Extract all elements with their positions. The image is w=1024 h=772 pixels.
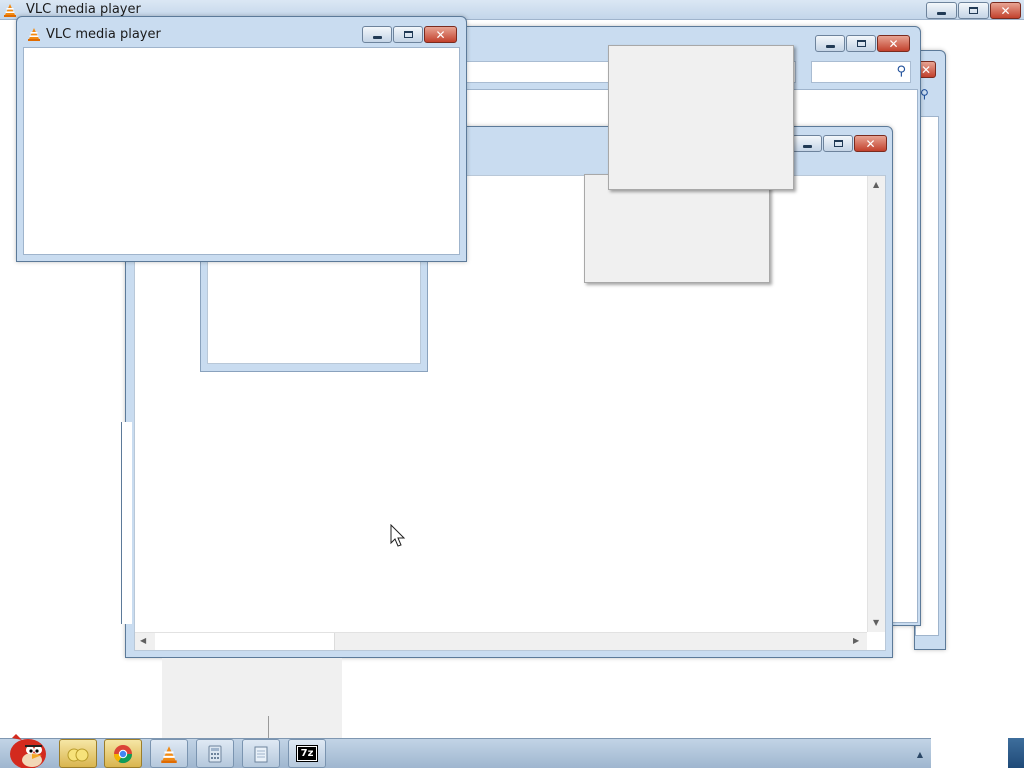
taskbar-windows-explorer[interactable] — [59, 739, 97, 768]
search-field[interactable]: ⚲ — [811, 61, 911, 83]
middle-close-button[interactable]: ✕ — [877, 35, 910, 52]
popup-panel-lower — [584, 174, 770, 283]
taskbar-vlc-media-player[interactable] — [150, 739, 188, 768]
vlc-window-title: VLC media player — [46, 27, 161, 42]
close-icon: ✕ — [1000, 3, 1011, 18]
horizontal-scrollbar[interactable]: ◀ ▶ — [135, 632, 867, 650]
vlc-close-button[interactable]: ✕ — [424, 26, 457, 43]
vlc-minimize-button[interactable] — [362, 26, 392, 43]
folder-icon — [67, 748, 89, 761]
scroll-down-arrow-icon[interactable]: ▼ — [873, 618, 879, 627]
taskbar-notepad[interactable] — [242, 739, 280, 768]
close-icon: ✕ — [888, 36, 899, 51]
popup-panel-upper — [608, 45, 794, 190]
vlc-maximize-button[interactable] — [393, 26, 423, 43]
show-desktop-button[interactable] — [1008, 738, 1024, 768]
7zip-icon: 7z — [295, 745, 319, 762]
scroll-right-arrow-icon[interactable]: ▶ — [853, 636, 859, 645]
calculator-icon — [208, 745, 222, 762]
middle-minimize-button[interactable] — [815, 35, 845, 52]
angry-bird-icon — [10, 734, 46, 769]
restore-icon — [969, 7, 978, 14]
top-window-title: VLC media player — [26, 2, 141, 17]
scroll-up-arrow-icon[interactable]: ▲ — [873, 180, 879, 189]
search-icon: ⚲ — [920, 87, 929, 101]
vlc-window[interactable]: VLC media player ✕ — [16, 16, 467, 262]
gray-strip — [162, 658, 342, 738]
large-close-button[interactable]: ✕ — [854, 135, 887, 152]
vlc-icon — [161, 745, 177, 763]
horizontal-scroll-thumb[interactable] — [155, 633, 335, 650]
chevron-up-icon: ▲ — [916, 749, 924, 759]
minimize-icon — [825, 44, 835, 48]
close-icon: ✕ — [435, 27, 446, 42]
window-left-edge — [121, 422, 134, 624]
minimize-icon — [802, 144, 812, 148]
restore-button[interactable] — [958, 2, 989, 19]
minimize-button[interactable] — [926, 2, 957, 19]
vertical-scrollbar[interactable]: ▲ ▼ — [867, 176, 885, 632]
taskbar-google-chrome[interactable] — [104, 739, 142, 768]
mouse-pointer-icon — [390, 524, 406, 547]
minimize-icon — [372, 35, 382, 39]
maximize-icon — [833, 140, 843, 147]
minimize-icon — [937, 11, 946, 15]
start-button[interactable] — [2, 730, 50, 769]
scroll-left-arrow-icon[interactable]: ◀ — [140, 636, 146, 645]
maximize-icon — [856, 40, 866, 47]
chrome-icon — [114, 744, 132, 763]
vlc-video-area[interactable] — [23, 47, 460, 255]
vlc-cone-icon — [4, 4, 16, 17]
thin-divider — [268, 716, 269, 738]
dialog-remnant-client — [207, 259, 421, 364]
large-minimize-button[interactable] — [792, 135, 822, 152]
close-button[interactable]: ✕ — [990, 2, 1021, 19]
search-icon: ⚲ — [896, 64, 906, 79]
vlc-cone-icon — [28, 28, 40, 41]
notepad-icon — [254, 746, 268, 762]
taskbar-7-zip[interactable]: 7z — [288, 739, 326, 768]
large-maximize-button[interactable] — [823, 135, 853, 152]
maximize-icon — [403, 31, 413, 38]
close-icon: ✕ — [865, 136, 876, 151]
dialog-remnant — [200, 258, 428, 372]
tray-overflow-button[interactable]: ▲ — [908, 740, 932, 768]
taskbar-calculator[interactable] — [196, 739, 234, 768]
middle-maximize-button[interactable] — [846, 35, 876, 52]
